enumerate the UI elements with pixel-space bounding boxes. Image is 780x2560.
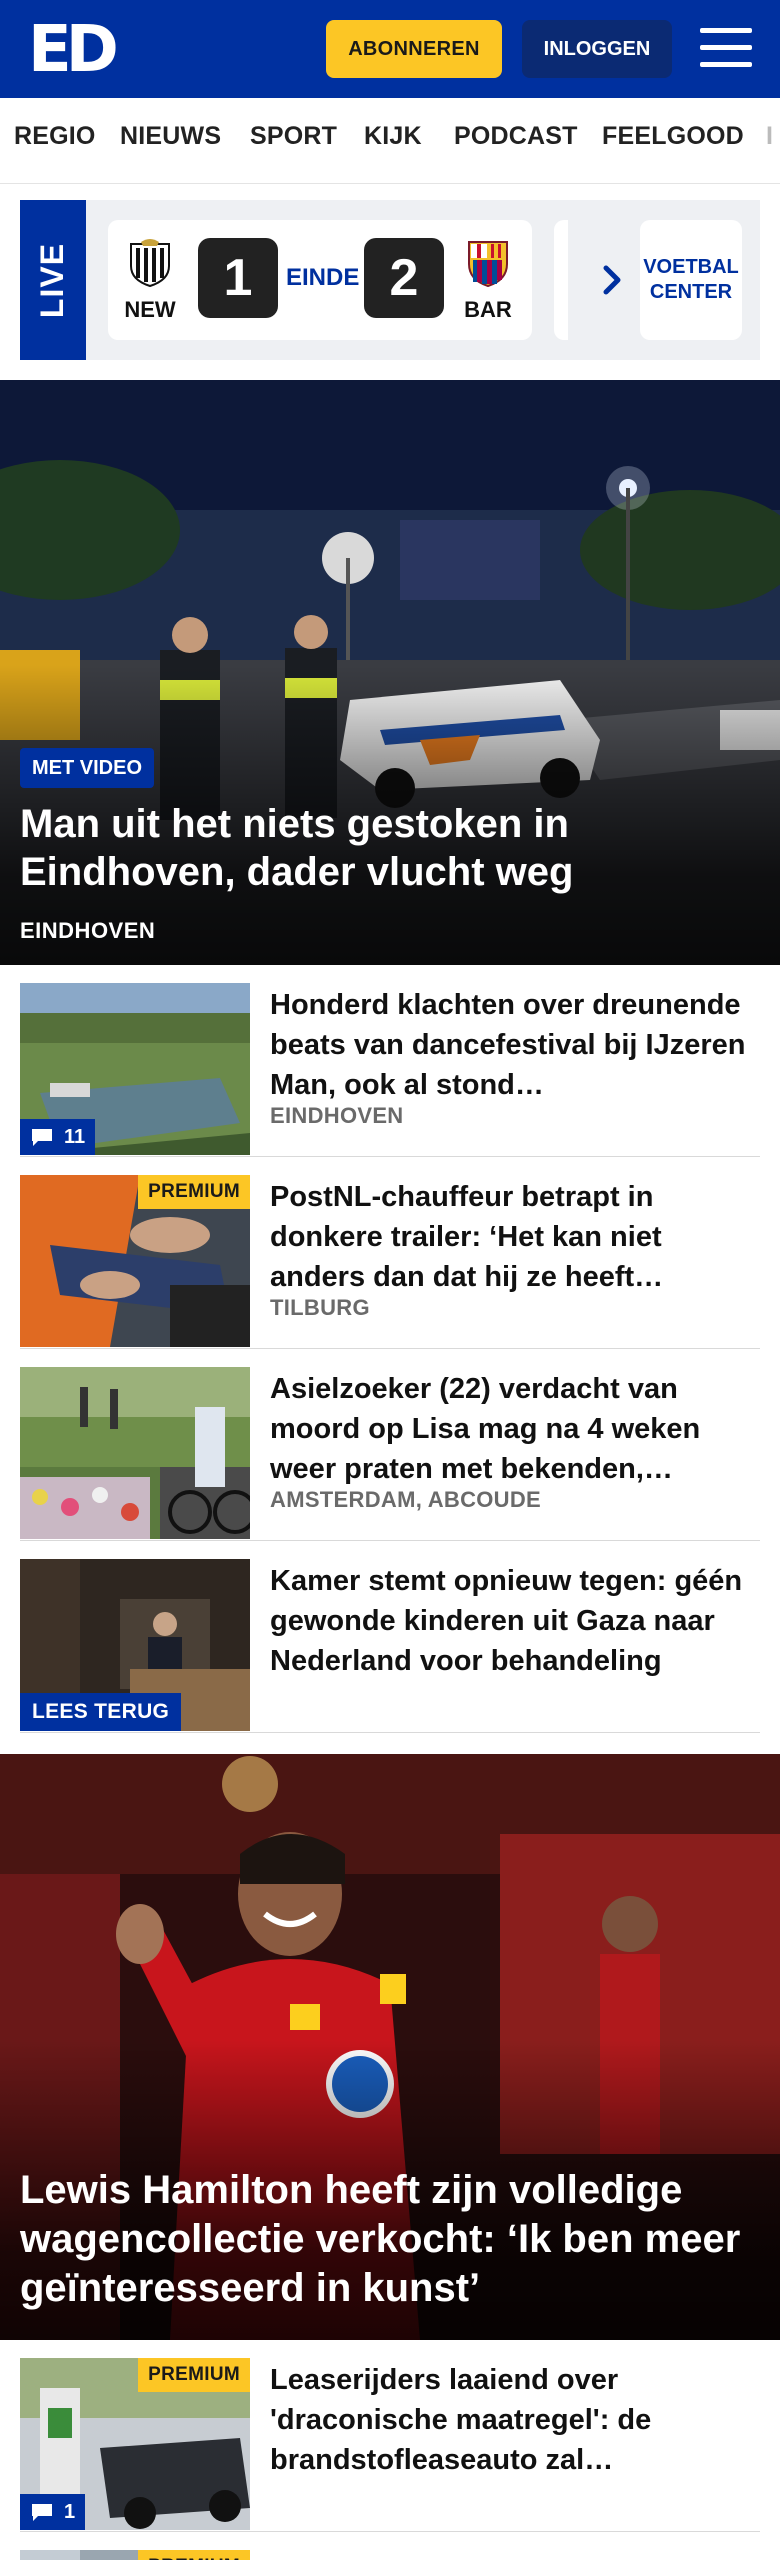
- article-thumbnail: PREMIUM: [20, 1175, 250, 1347]
- next-match-card[interactable]: [554, 220, 568, 340]
- article-title[interactable]: PostNL-chauffeur betrapt in donkere trai…: [270, 1177, 760, 1297]
- match-status: EINDE: [286, 264, 360, 291]
- article-thumbnail: 11: [20, 983, 250, 1155]
- comment-count-badge[interactable]: 11: [20, 1119, 96, 1155]
- home-score: 1: [198, 238, 278, 318]
- article-location: AMSTERDAM, ABCOUDE: [270, 1487, 542, 1512]
- logo-text: ED: [28, 13, 119, 87]
- list-item[interactable]: Asielzoeker (22) verdacht van moord op L…: [20, 1349, 760, 1541]
- nav-item-regio[interactable]: REGIO: [14, 122, 96, 151]
- list-item[interactable]: PREMIUM: [20, 2532, 760, 2560]
- list-item[interactable]: LEES TERUG Kamer stemt opnieuw tegen: gé…: [20, 1541, 760, 1733]
- list-item[interactable]: 11 Honderd klachten over dreunende beats…: [20, 965, 760, 1157]
- premium-badge: PREMIUM: [138, 1175, 250, 1209]
- hero-article[interactable]: MET VIDEO Man uit het niets gestoken in …: [0, 380, 780, 965]
- comment-count: 1: [64, 2500, 76, 2523]
- video-badge: MET VIDEO: [20, 748, 155, 788]
- logo[interactable]: ED: [28, 13, 119, 87]
- hero-title[interactable]: Lewis Hamilton heeft zijn volledige wage…: [20, 2166, 760, 2313]
- barcelona-crest-icon: [468, 241, 508, 288]
- article-thumbnail: LEES TERUG: [20, 1559, 250, 1731]
- nav-item-sport[interactable]: SPORT: [250, 122, 337, 151]
- away-team: BAR: [458, 238, 518, 323]
- hero-title[interactable]: Man uit het niets gestoken in Eindhoven,…: [20, 800, 760, 896]
- subscribe-button[interactable]: ABONNEREN: [326, 20, 502, 78]
- article-thumbnail: PREMIUM: [20, 2550, 250, 2560]
- comment-icon: [32, 2504, 52, 2521]
- match-card[interactable]: NEW 1 EINDE 2 BAR: [108, 220, 532, 340]
- hero-article[interactable]: Lewis Hamilton heeft zijn volledige wage…: [0, 1754, 780, 2340]
- hamburger-menu-icon[interactable]: [700, 24, 752, 72]
- article-title[interactable]: Honderd klachten over dreunende beats va…: [270, 985, 760, 1105]
- home-team: NEW: [120, 238, 180, 323]
- nav-item-kijk[interactable]: KIJK: [364, 122, 422, 151]
- hero-location: EINDHOVEN: [20, 918, 156, 943]
- comment-count: 11: [64, 1125, 86, 1148]
- live-scores-ticker: LIVE NEW 1 EINDE 2 BAR VOETBAL CENTER: [20, 200, 760, 360]
- newcastle-crest-icon: [130, 239, 170, 288]
- article-thumbnail: PREMIUM 1: [20, 2358, 250, 2530]
- premium-badge: PREMIUM: [138, 2358, 250, 2392]
- memorial-photo: [20, 1367, 250, 1539]
- chevron-right-icon[interactable]: [592, 260, 632, 300]
- live-label: LIVE: [34, 242, 71, 318]
- article-title[interactable]: Asielzoeker (22) verdacht van moord op L…: [270, 1369, 760, 1489]
- live-tab[interactable]: LIVE: [20, 200, 86, 360]
- premium-badge: PREMIUM: [138, 2550, 250, 2560]
- nav-item-overflow[interactable]: I: [766, 122, 773, 151]
- section-nav: REGIO NIEUWS SPORT KIJK PODCAST FEELGOOD…: [0, 98, 780, 184]
- nav-item-feelgood[interactable]: FEELGOOD: [602, 122, 744, 151]
- list-item[interactable]: PREMIUM 1 Leaserijders laaiend over 'dra…: [20, 2340, 760, 2532]
- login-button[interactable]: INLOGGEN: [522, 20, 672, 78]
- article-thumbnail: [20, 1367, 250, 1539]
- site-header: ED ABONNEREN INLOGGEN: [0, 0, 780, 98]
- lees-terug-badge: LEES TERUG: [20, 1693, 182, 1731]
- comment-icon: [32, 1129, 52, 1146]
- article-title[interactable]: Kamer stemt opnieuw tegen: géén gewonde …: [270, 1561, 760, 1681]
- home-team-code: NEW: [124, 297, 176, 322]
- voetbal-center-link[interactable]: VOETBAL CENTER: [640, 220, 742, 340]
- nav-item-nieuws[interactable]: NIEUWS: [120, 122, 221, 151]
- nav-item-podcast[interactable]: PODCAST: [454, 122, 578, 151]
- article-title[interactable]: Leaserijders laaiend over 'draconische m…: [270, 2360, 760, 2480]
- article-location: EINDHOVEN: [270, 1103, 404, 1128]
- list-item[interactable]: PREMIUM PostNL-chauffeur betrapt in donk…: [20, 1157, 760, 1349]
- away-team-code: BAR: [464, 297, 512, 322]
- article-location: TILBURG: [270, 1295, 370, 1320]
- comment-count-badge[interactable]: 1: [20, 2494, 86, 2530]
- away-score: 2: [364, 238, 444, 318]
